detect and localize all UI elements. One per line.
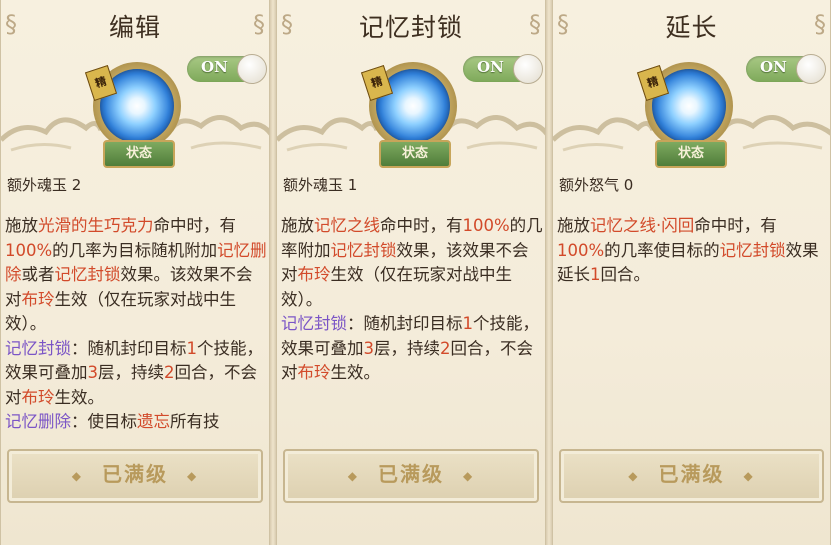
description-text: 层，持续: [374, 338, 440, 358]
highlighted-term: 记忆封锁: [5, 338, 71, 358]
description-text: 施放: [281, 216, 314, 235]
highlighted-term: 100%: [462, 216, 510, 235]
max-level-label: 已满级: [658, 462, 725, 486]
description-text: 命中时，有: [694, 216, 777, 235]
diamond-icon: ◆: [462, 468, 475, 483]
description-text: 施放: [5, 216, 38, 235]
description-paragraph: 记忆封锁：随机封印目标1个技能，效果可叠加3层，持续2回合，不会对布玲生效。: [281, 312, 543, 386]
description-text: 的几率为目标随机附加: [52, 240, 218, 260]
skill-description: 施放记忆之线·闪回命中时，有100%的几率使目标的记忆封锁效果延长1回合。: [557, 214, 819, 288]
description-text: 命中时，有: [153, 216, 237, 235]
description-text: 生效。: [54, 387, 105, 407]
toggle-knob[interactable]: [237, 54, 267, 84]
highlighted-term: 布玲: [21, 289, 55, 309]
toggle-label: ON: [477, 58, 504, 76]
on-toggle[interactable]: ON: [463, 54, 543, 84]
description-text: 层，持续: [98, 363, 164, 382]
highlighted-term: 记忆之线: [314, 216, 380, 235]
highlighted-term: 100%: [557, 240, 605, 260]
status-badge: 状态: [103, 140, 175, 168]
diamond-icon: ◆: [186, 468, 199, 483]
highlighted-term: 布玲: [297, 363, 331, 382]
description-text: ：随机封印目标: [71, 338, 187, 358]
diamond-icon: ◆: [71, 468, 84, 483]
highlighted-term: 2: [164, 363, 175, 382]
highlighted-term: 1: [186, 338, 198, 358]
extra-resource: 额外魂玉 2: [7, 176, 82, 194]
highlighted-term: 记忆之线·闪回: [590, 216, 695, 235]
skill-emblem: 精 状态: [360, 62, 461, 168]
card-title: 延长: [665, 13, 718, 42]
description-paragraph: 施放记忆之线命中时，有100%的几率附加记忆封锁效果，该效果不会对布玲生效（仅在…: [281, 214, 543, 312]
description-text: 生效。: [330, 363, 381, 382]
toggle-label: ON: [201, 58, 228, 76]
description-paragraph: 施放记忆之线·闪回命中时，有100%的几率使目标的记忆封锁效果延长1回合。: [557, 214, 819, 288]
diamond-icon: ◆: [347, 468, 360, 483]
skill-card: § § 记忆封锁 精 状态 ON 额外魂玉 1 施放记忆之线命中时，有100%的…: [276, 0, 546, 545]
toggle-knob[interactable]: [513, 54, 543, 84]
highlighted-term: 遗忘: [137, 412, 170, 431]
highlighted-term: 3: [363, 338, 375, 358]
description-paragraph: 施放光滑的生巧克力命中时，有100%的几率为目标随机附加记忆删除或者记忆封锁效果…: [5, 214, 267, 337]
description-text: 的几率使目标的: [604, 240, 720, 260]
highlighted-term: 100%: [5, 240, 53, 260]
max-level-label: 已满级: [378, 462, 444, 486]
on-toggle[interactable]: ON: [746, 54, 826, 84]
description-paragraph: 记忆封锁：随机封印目标1个技能，效果可叠加3层，持续2回合，不会对布玲生效。: [5, 337, 267, 411]
card-title: 编辑: [108, 13, 161, 42]
description-text: 或者: [21, 265, 55, 284]
highlighted-term: 记忆封锁: [54, 265, 121, 284]
description-text: ：随机封印目标: [347, 314, 463, 333]
extra-resource: 额外怒气 0: [559, 176, 634, 194]
max-level-button[interactable]: ◆ 已满级 ◆: [7, 449, 263, 503]
description-text: 命中时，有: [380, 216, 463, 235]
highlighted-term: 2: [440, 338, 451, 358]
highlighted-term: 记忆封锁: [719, 240, 786, 260]
diamond-icon: ◆: [743, 468, 755, 483]
description-text: 回合。: [600, 265, 651, 284]
description-text: 所有技: [170, 412, 220, 431]
skill-emblem: 精 状态: [636, 62, 737, 168]
skill-description: 施放光滑的生巧克力命中时，有100%的几率为目标随机附加记忆删除或者记忆封锁效果…: [5, 214, 267, 435]
diamond-icon: ◆: [628, 468, 640, 483]
skill-emblem: 精 状态: [84, 62, 185, 168]
toggle-label: ON: [760, 58, 787, 76]
highlighted-term: 记忆封锁: [281, 314, 347, 333]
status-badge: 状态: [655, 140, 727, 168]
max-level-button[interactable]: ◆ 已满级 ◆: [283, 449, 539, 503]
highlighted-term: 记忆删除: [5, 412, 71, 431]
highlighted-term: 光滑的生巧克力: [38, 216, 154, 235]
card-title: 记忆封锁: [358, 13, 463, 42]
description-text: 施放: [557, 216, 590, 235]
max-level-label: 已满级: [102, 462, 168, 486]
description-paragraph: 记忆删除：使目标遗忘所有技: [5, 410, 267, 435]
skill-card: § § 编辑 精 状态 ON 额外魂玉 2 施放光滑的生巧克力命中时，有100%…: [0, 0, 270, 545]
highlighted-term: 记忆封锁: [330, 240, 397, 260]
status-badge: 状态: [379, 140, 451, 168]
skill-description: 施放记忆之线命中时，有100%的几率附加记忆封锁效果，该效果不会对布玲生效（仅在…: [281, 214, 543, 386]
highlighted-term: 1: [590, 265, 601, 284]
skill-card: § § 延长 精 状态 ON 额外怒气 0 施放记忆之线·闪回命中时，有100%…: [552, 0, 831, 545]
highlighted-term: 布玲: [297, 265, 331, 284]
max-level-button[interactable]: ◆ 已满级 ◆: [559, 449, 824, 503]
toggle-knob[interactable]: [796, 54, 826, 84]
on-toggle[interactable]: ON: [187, 54, 267, 84]
highlighted-term: 3: [87, 363, 99, 382]
description-text: ：使目标: [71, 412, 137, 431]
extra-resource: 额外魂玉 1: [283, 176, 358, 194]
highlighted-term: 布玲: [21, 387, 55, 407]
highlighted-term: 1: [462, 314, 474, 333]
